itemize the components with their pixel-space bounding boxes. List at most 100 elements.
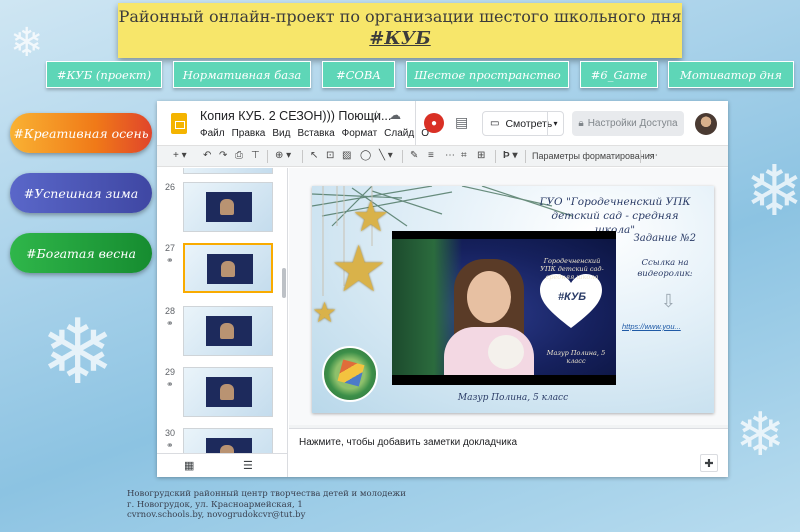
kub-logo [322,346,378,402]
format-options-button[interactable]: Параметры форматирования [532,149,655,163]
speaker-notes[interactable]: Нажмите, чтобы добавить заметки докладчи… [289,428,728,477]
present-label: Смотреть [505,117,553,130]
snowflake-decoration: ❄ [735,400,786,470]
arrow-down-icon: ⇩ [660,291,676,311]
link-icon: ⚭ [166,255,174,265]
gold-star-decoration: ★ [312,297,338,328]
menu-slide[interactable]: Слайд [384,128,414,139]
animation-icon[interactable]: Þ ▾ [503,149,517,163]
lock-icon: 🔒︎ [578,118,584,129]
season-autumn-button[interactable]: #Креативная осень [10,113,152,153]
slides-editor: Копия КУБ. 2 СЕЗОН))) Поющи... ☆ ☁ Файл … [157,101,728,477]
thumbnail-image [207,254,253,284]
grid-view-icon[interactable]: ▦ [184,459,194,472]
speaker-notes-placeholder[interactable]: Нажмите, чтобы добавить заметки докладчи… [299,437,517,448]
toolbar-divider [495,150,496,163]
menu-bar: Файл Правка Вид Вставка Формат Слайд О [200,128,429,139]
season-winter-button[interactable]: #Успешная зима [10,173,152,213]
snowflake-decoration: ❄ [40,300,116,405]
thumbnail-image [206,316,252,346]
nav-button-normative-base[interactable]: Нормативная база [173,61,311,88]
new-slide-icon[interactable]: + ▾ [173,149,187,163]
title-banner: Районный онлайн-проект по организации ше… [118,3,682,58]
image-icon[interactable]: ▨ [342,149,351,163]
project-hashtag-link[interactable]: #КУБ [118,27,682,51]
season-spring-button[interactable]: #Богатая весна [10,233,152,273]
share-settings-label: Настройки Доступа [587,118,678,129]
footer-address: г. Новогрудок, ул. Красноармейская, 1 [127,499,303,510]
toolbar-divider [402,150,403,163]
slide-thumbnail[interactable] [183,367,273,417]
filmstrip-footer: ▦ ☰ [157,453,288,477]
snowflake-decoration: ❄ [10,20,44,66]
editor-header: Копия КУБ. 2 СЕЗОН))) Поющи... ☆ ☁ Файл … [157,101,728,145]
video-frame[interactable]: #КУБ Городечненский УПК детский сад-сред… [392,231,616,385]
avatar[interactable] [695,113,717,135]
record-icon[interactable]: ● [424,113,444,133]
line-icon[interactable]: ╲ ▾ [379,149,393,163]
slide-link-label: Ссылка на видеоролик: [637,258,693,279]
select-cursor-icon[interactable]: ↖ [310,149,318,163]
document-title[interactable]: Копия КУБ. 2 СЕЗОН))) Поющи... [200,109,391,123]
pen-icon[interactable]: ✎ [410,149,418,163]
present-button[interactable]: ▭ Смотреть ▾ [482,111,564,136]
crop-icon[interactable]: ⌗ [461,149,467,163]
cloud-status-icon[interactable]: ☁ [389,108,401,122]
nav-button-kub-project[interactable]: #КУБ (проект) [46,61,162,88]
page-footer: Новогрудский районный центр творчества д… [127,489,406,521]
link-icon: ⚭ [166,379,174,389]
shape-icon[interactable]: ◯ [360,149,371,163]
menu-format[interactable]: Формат [342,128,378,139]
heart-label: #КУБ [557,291,587,303]
page-title: Районный онлайн-проект по организации ше… [118,7,682,26]
undo-icon[interactable]: ↶ [203,149,211,163]
video-student-name: Мазур Полина, 5 класс [546,349,606,365]
slide-student-caption: Мазур Полина, 5 класс [457,393,569,403]
nav-button-sixth-space[interactable]: Шестое пространство [406,61,569,88]
slide-filmstrip[interactable]: 26 27 ⚭ 28 ⚭ 29 ⚭ 30 ⚭ [157,168,288,453]
nav-button-6-game[interactable]: #6_Game [580,61,658,88]
zoom-icon[interactable]: ⊕ ▾ [275,149,291,163]
slide-thumbnail[interactable] [183,306,273,356]
link-icon: ⚭ [166,440,174,450]
image-options-icon[interactable]: ⊞ [477,149,485,163]
border-dash-icon[interactable]: ⋯ [445,149,455,163]
print-icon[interactable]: ⎙ [235,149,243,163]
menu-edit[interactable]: Правка [232,128,266,139]
add-comment-icon[interactable]: ✚ [700,454,718,472]
video-url-link[interactable]: https://www.you... [622,322,714,331]
thumbnail-image [206,192,252,222]
menu-insert[interactable]: Вставка [297,128,334,139]
footer-organization: Новогрудский районный центр творчества д… [127,489,406,499]
slide-org-line: ГУО "Городечненский УПК [539,196,691,208]
thumbnail-image [206,438,252,453]
share-settings-button[interactable]: 🔒︎ Настройки Доступа [572,111,684,136]
menu-view[interactable]: Вид [272,128,290,139]
border-weight-icon[interactable]: ≡ [428,149,434,163]
nav-button-motivator[interactable]: Мотиватор дня [668,61,794,88]
slide-canvas: ★ ★ ★ ГУО "Городечненский УПК детский са… [289,168,728,425]
slide-thumbnail[interactable] [183,168,273,174]
paint-format-icon[interactable]: ⊤ [251,149,260,163]
text-box-icon[interactable]: ⊡ [326,149,334,163]
menu-file[interactable]: Файл [200,128,225,139]
video-school-caption: Городечненский УПК детский сад-средняя ш… [540,257,604,281]
slide-thumbnail-selected[interactable] [183,243,273,293]
slide-thumbnail[interactable] [183,182,273,232]
star-icon[interactable]: ☆ [371,108,382,122]
redo-icon[interactable]: ↷ [219,149,227,163]
slides-logo-icon[interactable] [171,113,187,134]
current-slide[interactable]: ★ ★ ★ ГУО "Городечненский УПК детский са… [312,186,714,413]
slide-thumbnail[interactable] [183,428,273,453]
comment-icon[interactable]: ▤ [455,114,468,131]
slide-number: 29 [165,367,176,377]
slide-number: 30 [165,428,176,438]
link-icon: ⚭ [166,318,174,328]
filmstrip-scrollbar[interactable] [282,268,286,298]
more-options-icon[interactable]: ⋯ [648,149,658,163]
chevron-down-icon[interactable]: ▾ [547,112,563,135]
list-view-icon[interactable]: ☰ [243,459,253,472]
nav-button-sova[interactable]: #СОВА [322,61,395,88]
footer-contacts: cvrnov.schools.by, novogrudokcvr@tut.by [127,510,306,520]
video-still: #КУБ Городечненский УПК детский сад-сред… [392,239,616,375]
